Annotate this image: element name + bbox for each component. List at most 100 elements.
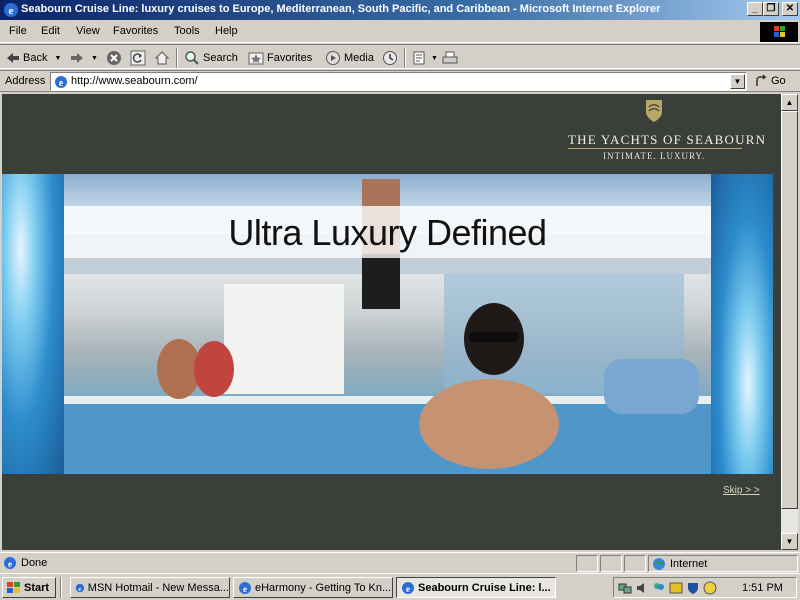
search-button[interactable]: Search [184, 49, 238, 67]
mail-button[interactable]: ▼ [412, 49, 438, 67]
taskbar-button-eharmony[interactable]: e eHarmony - Getting To Kn... [233, 577, 393, 598]
back-button[interactable]: Back ▼ [6, 49, 61, 67]
favorites-label: Favorites [267, 52, 313, 64]
status-pane [600, 555, 622, 572]
taskbar-button-seabourn[interactable]: e Seabourn Cruise Line: l... [396, 577, 556, 598]
back-arrow-icon [7, 53, 19, 63]
svg-text:e: e [406, 584, 410, 594]
address-dropdown-button[interactable]: ▼ [730, 74, 745, 89]
history-icon [383, 51, 397, 65]
mail-icon [413, 51, 425, 65]
scroll-thumb[interactable] [781, 111, 798, 509]
print-button[interactable] [442, 49, 458, 67]
water-splash-left-image [2, 174, 64, 474]
menu-bar: File Edit View Favorites Tools Help [0, 21, 800, 43]
taskbar-button-label: Seabourn Cruise Line: l... [418, 581, 551, 594]
favorites-button[interactable]: Favorites [248, 49, 312, 67]
close-button[interactable]: ✕ [782, 2, 798, 16]
shield-icon[interactable] [686, 581, 700, 595]
favorites-icon [248, 52, 264, 65]
address-url: http://www.seabourn.com/ [71, 75, 198, 87]
messenger-icon[interactable] [652, 581, 666, 595]
back-dropdown-icon[interactable]: ▼ [54, 55, 61, 62]
address-bar: Address e http://www.seabourn.com/ ▼ Go [0, 70, 800, 92]
volume-icon[interactable] [635, 581, 649, 595]
print-icon [442, 51, 458, 64]
vertical-scrollbar[interactable]: ▲ ▼ [781, 94, 798, 550]
go-label: Go [771, 75, 786, 87]
toolbar-separator [176, 48, 178, 68]
internet-explorer-icon: e [239, 581, 251, 594]
page-done-icon: e [4, 557, 16, 569]
maximize-button[interactable]: ❐ [763, 2, 779, 16]
taskbar: Start e MSN Hotmail - New Messa... e eHa… [0, 573, 800, 600]
windows-flag-icon [7, 581, 20, 593]
address-input[interactable]: e http://www.seabourn.com/ ▼ [50, 72, 747, 91]
page-icon: e [55, 76, 67, 89]
internet-explorer-icon: e [75, 583, 85, 592]
home-button[interactable] [154, 49, 170, 67]
menu-file[interactable]: File [9, 25, 27, 37]
skip-intro-link[interactable]: Skip > > [723, 485, 760, 496]
menu-tools[interactable]: Tools [174, 25, 200, 37]
security-zone: Internet [652, 557, 707, 571]
stop-button[interactable] [106, 49, 122, 67]
hero-banner[interactable]: Ultra Luxury Defined [2, 174, 773, 474]
svg-text:e: e [243, 584, 247, 594]
taskbar-clock: 1:51 PM [742, 582, 783, 594]
web-page-content: THE YACHTS OF SEABOURN INTIMATE. LUXURY. [2, 94, 781, 550]
menu-help[interactable]: Help [215, 25, 238, 37]
svg-text:e: e [9, 5, 14, 17]
home-icon [154, 51, 170, 65]
start-label: Start [24, 581, 50, 594]
svg-text:e: e [59, 78, 64, 89]
taskbar-button-hotmail[interactable]: e MSN Hotmail - New Messa... [70, 577, 230, 598]
forward-dropdown-icon[interactable]: ▼ [91, 55, 98, 62]
go-button[interactable]: Go [755, 74, 786, 88]
minimize-button[interactable]: _ [747, 2, 763, 16]
mail-dropdown-icon[interactable]: ▼ [431, 55, 438, 62]
media-button[interactable]: Media [325, 49, 374, 67]
globe-icon [653, 558, 665, 570]
address-label: Address [5, 75, 46, 87]
taskbar-separator [60, 577, 62, 598]
water-splash-right-image [711, 174, 773, 474]
internet-explorer-icon: e [4, 3, 18, 17]
title-bar: e Seabourn Cruise Line: luxury cruises t… [0, 0, 800, 20]
antivirus-icon[interactable] [669, 581, 683, 595]
brand-title: THE YACHTS OF SEABOURN [568, 132, 767, 147]
network-icon[interactable] [618, 581, 632, 595]
internet-explorer-icon: e [402, 581, 414, 594]
taskbar-button-label: MSN Hotmail - New Messa... [87, 581, 229, 594]
forward-button[interactable]: ▼ [70, 49, 98, 67]
zone-label: Internet [670, 558, 708, 570]
scroll-up-button[interactable]: ▲ [781, 94, 798, 111]
status-pane [624, 555, 646, 572]
window-title: Seabourn Cruise Line: luxury cruises to … [21, 3, 661, 15]
media-icon [326, 51, 340, 65]
history-button[interactable] [382, 49, 398, 67]
taskbar-button-label: eHarmony - Getting To Kn... [255, 581, 392, 594]
menu-view[interactable]: View [76, 25, 100, 37]
brand-divider [568, 148, 742, 149]
media-label: Media [344, 52, 374, 64]
menu-edit[interactable]: Edit [41, 25, 60, 37]
search-icon [185, 51, 199, 65]
brand-tagline: INTIMATE. LUXURY. [603, 151, 706, 161]
toolbar-separator [404, 48, 406, 68]
back-label: Back [23, 52, 48, 64]
banner-headline: Ultra Luxury Defined [228, 212, 547, 253]
search-label: Search [203, 52, 238, 64]
status-pane [576, 555, 598, 572]
seabourn-emblem-logo [646, 100, 662, 122]
stop-icon [107, 51, 121, 65]
menu-favorites[interactable]: Favorites [113, 25, 158, 37]
start-button[interactable]: Start [2, 577, 56, 598]
status-text: Done [21, 557, 48, 569]
update-icon[interactable] [703, 581, 717, 595]
standard-toolbar: Back ▼ ▼ Search Favorites Media ▼ [0, 44, 800, 69]
go-arrow-icon [756, 74, 767, 86]
svg-text:e: e [8, 559, 12, 569]
refresh-button[interactable] [130, 49, 146, 67]
scroll-down-button[interactable]: ▼ [781, 533, 798, 550]
